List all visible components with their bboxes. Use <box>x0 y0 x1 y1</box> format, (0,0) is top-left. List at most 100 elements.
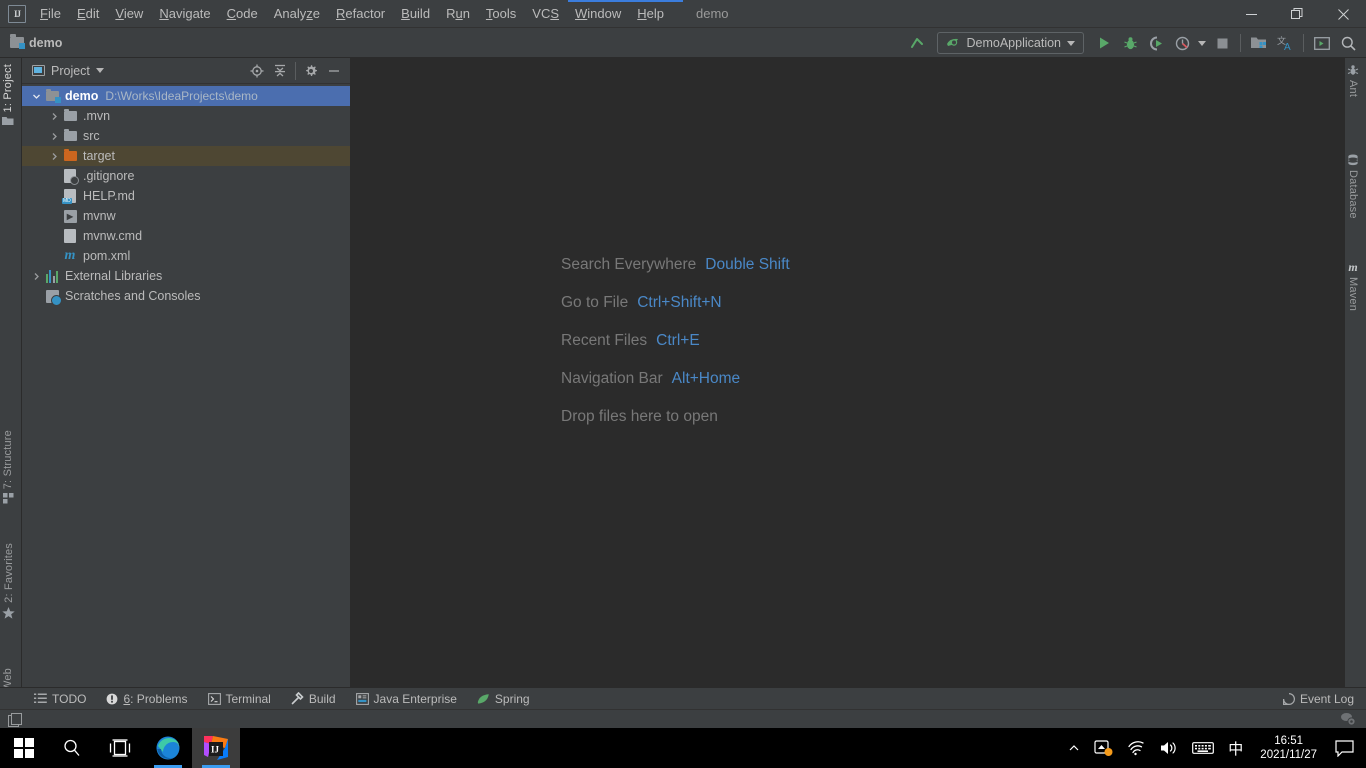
windows-stack-icon[interactable] <box>8 712 22 727</box>
libraries-icon <box>44 268 60 284</box>
run-configuration-selector[interactable]: DemoApplication <box>936 32 1084 54</box>
hint-shortcut: Alt+Home <box>671 370 741 387</box>
minimize-button[interactable] <box>1228 0 1274 28</box>
chevron-right-icon[interactable] <box>46 112 62 121</box>
tree-node-gitignore[interactable]: .gitignore <box>22 166 350 186</box>
menu-item-refactor[interactable]: Refactor <box>328 2 393 25</box>
run-with-coverage-icon[interactable] <box>1144 31 1168 55</box>
hint-action: Navigation Bar <box>561 370 663 387</box>
profiler-dropdown-icon[interactable] <box>1196 31 1208 55</box>
update-project-icon[interactable] <box>905 31 929 55</box>
tree-node-label: pom.xml <box>83 249 131 263</box>
tree-node-label: target <box>83 149 115 163</box>
sidebar-item-database[interactable]: Database <box>1347 154 1359 219</box>
collapse-all-icon[interactable] <box>270 61 290 81</box>
sidebar-item-structure[interactable]: 7: Structure <box>2 430 14 504</box>
safely-remove-hardware-icon[interactable] <box>1087 728 1120 768</box>
system-tray: 中 16:51 2021/11/27 <box>1061 728 1366 768</box>
sidebar-item-favorites[interactable]: 2: Favorites <box>2 543 15 619</box>
ant-icon <box>1347 64 1359 76</box>
menu-item-file[interactable]: File <box>32 2 69 25</box>
bottom-tool-stripe: TODO 6: Problems Terminal Build Java Enterpr… <box>0 687 1366 709</box>
chevron-down-icon[interactable] <box>28 92 44 101</box>
tree-node-help-md[interactable]: HELP.md <box>22 186 350 206</box>
toolbar-divider <box>1240 34 1241 52</box>
menu-item-view[interactable]: View <box>107 2 151 25</box>
show-hidden-icons-chevron[interactable] <box>1061 728 1087 768</box>
notification-icon[interactable] <box>1327 728 1366 768</box>
search-everywhere-icon[interactable] <box>1336 31 1360 55</box>
windows-start-icon[interactable] <box>0 728 48 768</box>
microsoft-edge-icon[interactable] <box>144 728 192 768</box>
translate-icon[interactable]: 文 A <box>1273 31 1297 55</box>
taskbar-clock[interactable]: 16:51 2021/11/27 <box>1250 728 1327 768</box>
java-enterprise-icon <box>355 692 369 705</box>
chevron-right-icon[interactable] <box>28 272 44 281</box>
menu-item-analyze[interactable]: Analyze <box>266 2 328 25</box>
menu-item-vcs[interactable]: VCS <box>524 2 567 25</box>
chevron-right-icon[interactable] <box>46 132 62 141</box>
bottom-tab-terminal[interactable]: Terminal <box>198 688 281 710</box>
network-wifi-icon[interactable] <box>1120 728 1153 768</box>
cmd-file-icon <box>62 228 78 244</box>
tree-node-external-libraries[interactable]: External Libraries <box>22 266 350 286</box>
search-taskbar-icon[interactable] <box>48 728 96 768</box>
sidebar-item-ant[interactable]: Ant <box>1347 64 1359 97</box>
select-opened-file-icon[interactable] <box>247 61 267 81</box>
project-structure-icon[interactable] <box>1247 31 1271 55</box>
profiler-icon[interactable] <box>1170 31 1194 55</box>
structure-icon <box>2 493 14 504</box>
tree-node-scratches-and-consoles[interactable]: Scratches and Consoles <box>22 286 350 306</box>
bottom-tab-java-enterprise[interactable]: Java Enterprise <box>346 688 467 710</box>
debug-icon[interactable] <box>1118 31 1142 55</box>
menu-bar: IJ File Edit View Navigate Code Analyze Refact… <box>0 0 1366 28</box>
tree-node-pom-xml[interactable]: m pom.xml <box>22 246 350 266</box>
hide-panel-icon[interactable] <box>324 61 344 81</box>
tree-node-src[interactable]: src <box>22 126 350 146</box>
event-log-button[interactable]: Event Log <box>1249 688 1358 710</box>
keyboard-icon[interactable] <box>1185 728 1221 768</box>
maximize-restore-button[interactable] <box>1274 0 1320 28</box>
menu-item-run[interactable]: Run <box>438 2 478 25</box>
tree-node-demo[interactable]: demo D:\Works\IdeaProjects\demo <box>22 86 350 106</box>
menu-item-navigate[interactable]: Navigate <box>151 2 218 25</box>
bottom-tab-6-problems[interactable]: 6: Problems <box>96 688 197 710</box>
menu-item-tools[interactable]: Tools <box>478 2 524 25</box>
tree-node-label: src <box>83 129 100 143</box>
tree-node-mvnw[interactable]: ▶ mvnw <box>22 206 350 226</box>
close-button[interactable] <box>1320 0 1366 28</box>
window-controls <box>1228 0 1366 28</box>
hint-action: Search Everywhere <box>561 256 697 273</box>
menu-item-window[interactable]: Window <box>567 2 629 25</box>
tree-node-label: mvnw <box>83 209 116 223</box>
svg-text:IJ: IJ <box>211 745 220 755</box>
stop-icon[interactable] <box>1210 31 1234 55</box>
terminal-icon[interactable] <box>1310 31 1334 55</box>
bottom-tab-build[interactable]: Build <box>281 688 346 710</box>
intellij-idea-icon[interactable]: IJ <box>192 728 240 768</box>
ime-language-icon[interactable]: 中 <box>1221 728 1250 768</box>
settings-gear-icon[interactable] <box>301 61 321 81</box>
hint-action: Recent Files <box>561 332 648 349</box>
menu-item-edit[interactable]: Edit <box>69 2 107 25</box>
menu-item-help[interactable]: Help <box>629 2 672 25</box>
chevron-right-icon[interactable] <box>46 152 62 161</box>
bottom-tab-label: TODO <box>52 691 87 706</box>
sidebar-item-maven[interactable]: m Maven <box>1347 261 1359 311</box>
tree-node-target[interactable]: target <box>22 146 350 166</box>
tree-node-mvnw-cmd[interactable]: mvnw.cmd <box>22 226 350 246</box>
tree-node-mvn[interactable]: .mvn <box>22 106 350 126</box>
run-icon[interactable] <box>1092 31 1116 55</box>
sidebar-item-project[interactable]: 1: Project <box>2 64 14 126</box>
breadcrumb[interactable]: demo <box>10 34 62 50</box>
task-view-icon[interactable] <box>96 728 144 768</box>
menu-item-build[interactable]: Build <box>393 2 438 25</box>
editor-empty-area[interactable]: Search Everywhere Double Shift Go to File C… <box>351 58 1344 687</box>
background-tasks-icon[interactable] <box>1340 712 1356 726</box>
volume-icon[interactable] <box>1153 728 1185 768</box>
project-panel-title-dropdown[interactable]: Project <box>32 64 104 78</box>
bottom-tab-todo[interactable]: TODO <box>24 688 96 710</box>
bottom-tab-spring[interactable]: Spring <box>467 688 540 710</box>
menu-item-code[interactable]: Code <box>219 2 266 25</box>
main-toolbar: DemoApplication 文 A <box>905 28 1361 58</box>
